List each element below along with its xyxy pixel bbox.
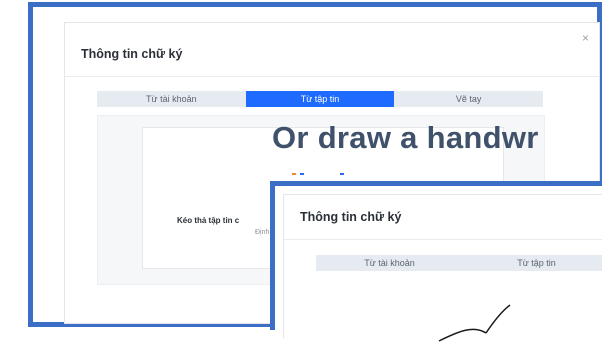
- dialog-title-front: Thông tin chữ ký: [300, 210, 402, 224]
- decorative-dot: [292, 173, 296, 175]
- front-screenshot-frame: Thông tin chữ ký Từ tài khoản Từ tập tin: [270, 181, 602, 342]
- close-icon[interactable]: ×: [582, 32, 589, 44]
- signature-source-tabs: Từ tài khoản Từ tập tin Vẽ tay: [97, 91, 544, 107]
- decorative-dot: [340, 173, 344, 175]
- tab-from-account[interactable]: Từ tài khoản: [97, 91, 246, 107]
- tab-from-file[interactable]: Từ tập tin: [245, 91, 395, 107]
- overlay-heading: Or draw a handwr: [272, 120, 539, 155]
- dropzone-title: Kéo thả tập tin c: [177, 216, 240, 225]
- dialog-title: Thông tin chữ ký: [81, 47, 183, 61]
- signature-info-dialog-front: Thông tin chữ ký Từ tài khoản Từ tập tin: [283, 194, 602, 342]
- tab-draw-by-hand[interactable]: Vẽ tay: [394, 91, 544, 107]
- tab-from-file-front[interactable]: Từ tập tin: [463, 255, 602, 271]
- tab-from-account-front[interactable]: Từ tài khoản: [316, 255, 463, 271]
- decorative-dot: [300, 173, 304, 175]
- dialog-header-divider: [65, 76, 599, 77]
- signature-source-tabs-front: Từ tài khoản Từ tập tin: [316, 255, 602, 271]
- dropzone-subtitle: Định: [255, 229, 270, 236]
- dialog-header-divider-front: [284, 239, 602, 240]
- handwritten-signature-stroke: [438, 304, 511, 342]
